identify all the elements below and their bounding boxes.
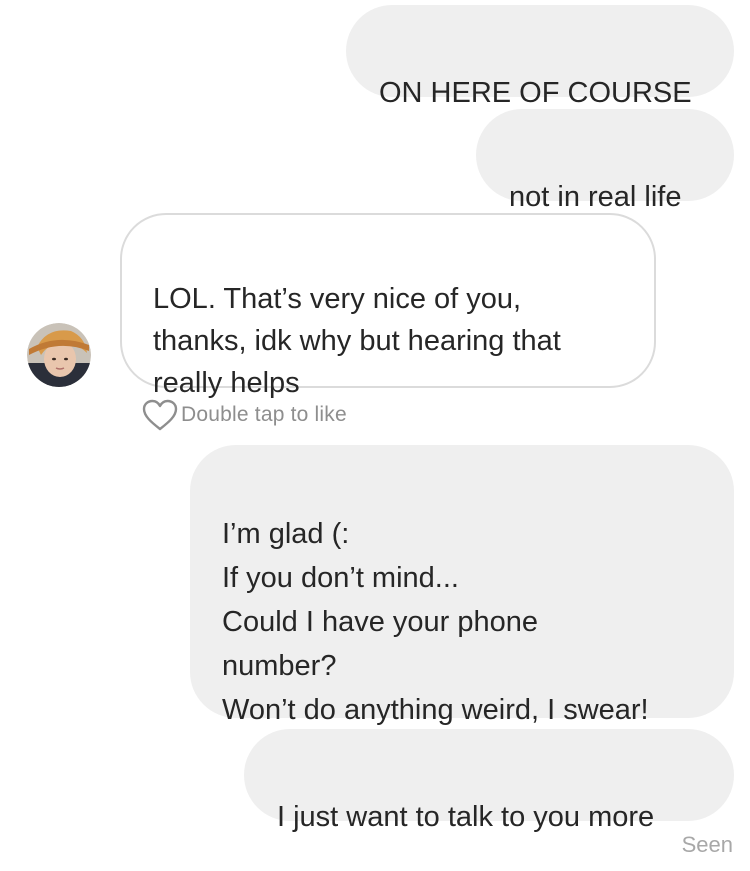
message-text: ON HERE OF COURSE [379,77,692,109]
seen-status: Seen [681,832,733,857]
double-tap-like-hint[interactable]: Double tap to like [141,398,347,432]
message-text: I’m glad (: If you don’t mind... Could I… [222,518,649,726]
like-hint-label: Double tap to like [181,403,347,426]
outgoing-message-bubble[interactable]: I’m glad (: If you don’t mind... Could I… [190,445,734,726]
outgoing-message-bubble[interactable]: not in real life [476,109,734,213]
message-text: LOL. That’s very nice of you, thanks, id… [153,283,561,399]
message-text: I just want to talk to you more [277,801,655,833]
outgoing-message-bubble[interactable]: I just want to talk to you more [244,729,734,833]
message-thread: ON HERE OF COURSE not in real life LOL. … [0,0,750,871]
incoming-message-bubble[interactable]: LOL. That’s very nice of you, thanks, id… [120,213,656,399]
contact-avatar[interactable] [27,323,91,387]
outgoing-message-bubble[interactable]: ON HERE OF COURSE [346,5,734,109]
heart-outline-icon[interactable] [141,398,179,432]
message-text: not in real life [509,181,682,213]
